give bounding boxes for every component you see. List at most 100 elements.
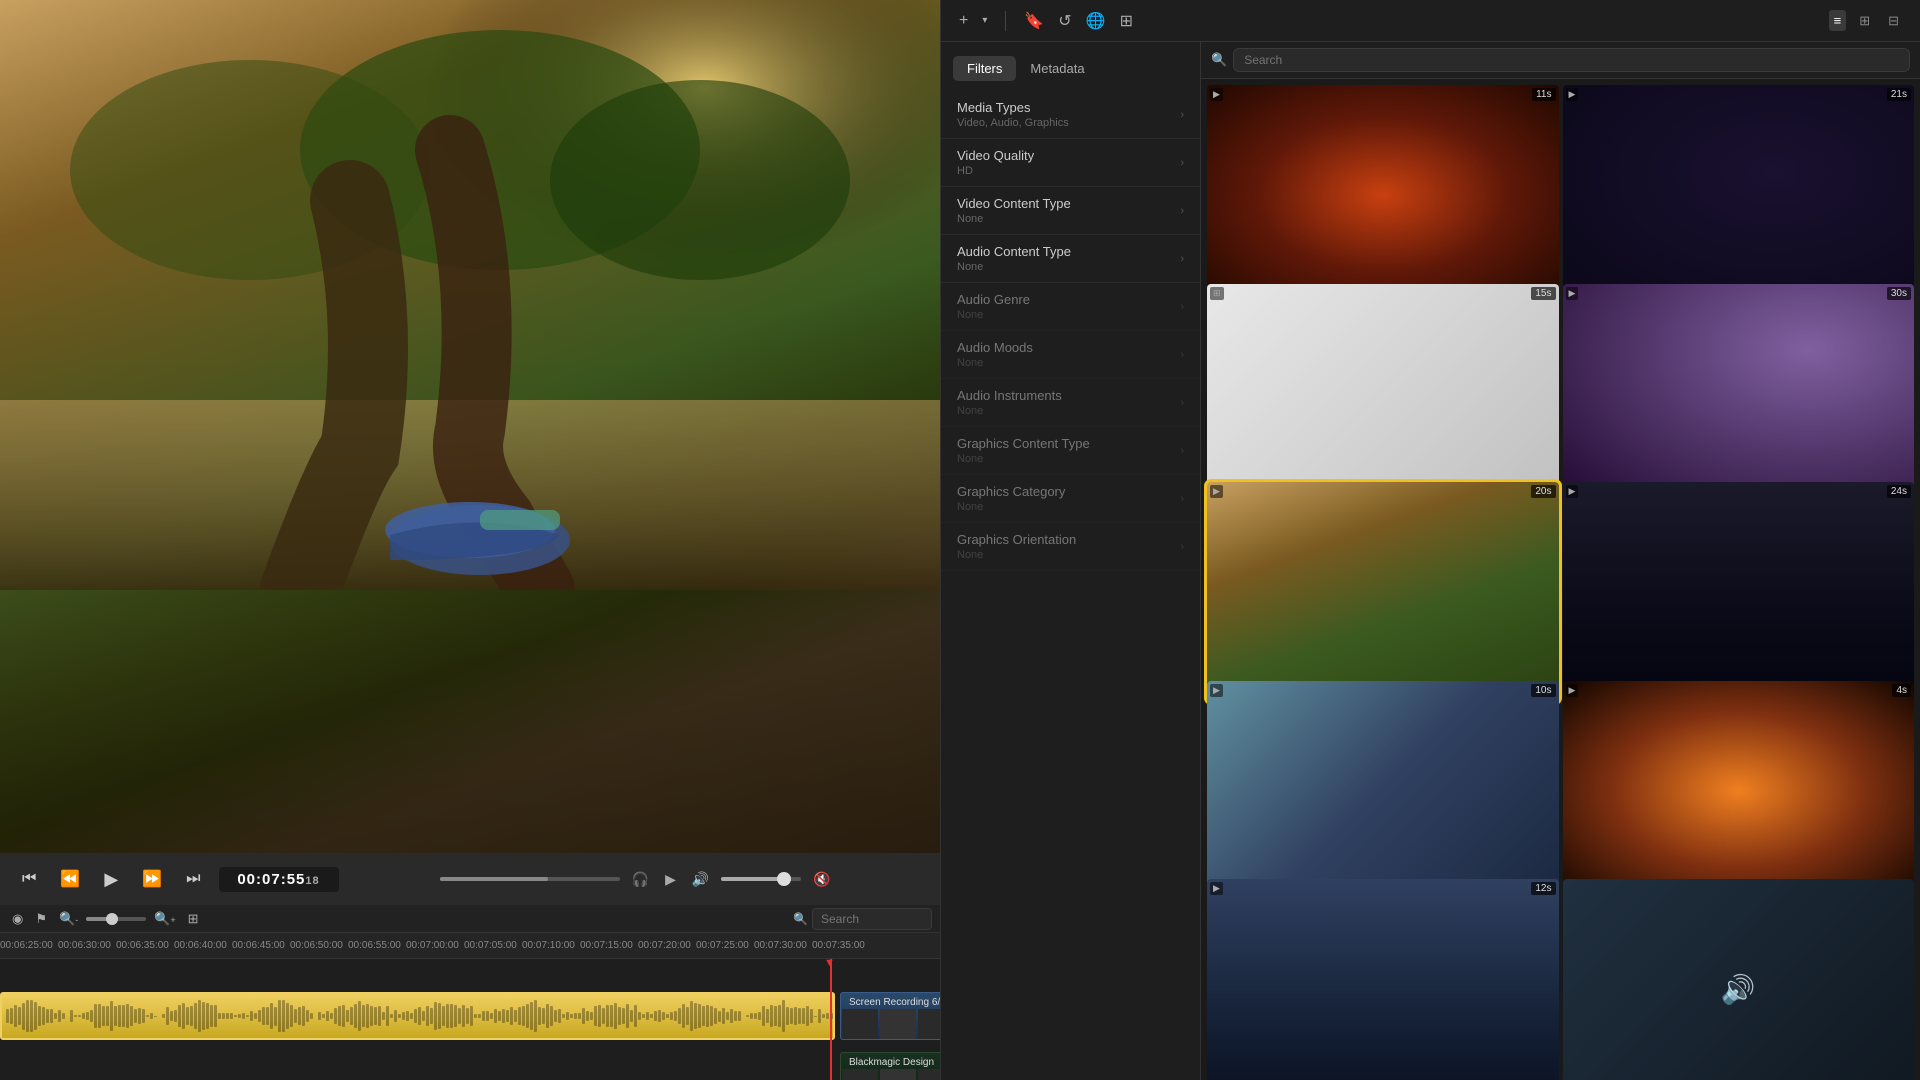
ruler-time-2: 00:06:35:00 [116,940,169,951]
filter-media-types[interactable]: Media Types Video, Audio, Graphics › [941,91,1200,139]
filter-video-quality-content: Video Quality HD [957,148,1034,177]
search-icon: 🔍 [793,912,808,926]
filter-audio-content-type[interactable]: Audio Content Type None › [941,235,1200,283]
zoom-in-button[interactable]: 🔍+ [150,909,179,929]
filter-audio-moods-label: Audio Moods [957,340,1033,355]
chevron-right-icon: › [1180,397,1184,409]
chevron-right-icon: › [1180,157,1184,169]
mute-button[interactable]: 🔇 [809,869,834,890]
video-type-icon: ▶ [1566,88,1579,101]
media-item-slow-motion[interactable]: ▶ 21s Slow Motion Fallin... [1563,85,1915,305]
filter-video-quality[interactable]: Video Quality HD › [941,139,1200,187]
duration-badge: 10s [1531,684,1555,697]
time-value: 00:07:55 [237,871,305,888]
media-item-looping-embers[interactable]: ▶ 11s Looping Embers 1... [1207,85,1559,305]
filter-audio-genre[interactable]: Audio Genre None › [941,283,1200,331]
filter-audio-moods-value: None [957,357,1033,369]
volume-track[interactable] [721,877,801,881]
video-type-icon: ▶ [1566,684,1579,697]
timeline-marker-button[interactable]: ◉ [8,909,27,929]
next-frame-button[interactable]: ⏩ [136,865,168,893]
timeline-flag-button[interactable]: ⚑ [31,909,51,929]
media-item-city[interactable]: ▶ 12s City skyline... [1207,879,1559,1080]
filter-audio-genre-content: Audio Genre None [957,292,1030,321]
bookmark-icon-btn[interactable]: 🔖 [1022,9,1046,33]
blackmagic-clip[interactable]: Blackmagic Design [840,1052,940,1080]
add-button[interactable]: + [957,10,970,32]
volume-icon[interactable]: 🔊 [688,869,713,890]
screen-rec-label: Screen Recording 6/9/21 [843,995,940,1010]
zoom-fit-button[interactable]: ⊞ [184,909,203,929]
view-detail-btn[interactable]: ⊟ [1883,10,1904,32]
filter-graphics-category-label: Graphics Category [957,484,1065,499]
headphones-button[interactable]: 🎧 [628,869,653,890]
screen-recording-clip[interactable]: Screen Recording 6/9/21 [840,992,940,1040]
view-list-btn[interactable]: ≡ [1829,10,1847,31]
progress-track[interactable] [440,877,620,881]
grid-icon-btn[interactable]: ⊞ [1118,9,1135,33]
video-type-icon: ▶ [1210,882,1223,895]
frame [880,1069,916,1080]
metadata-tab[interactable]: Metadata [1016,56,1098,81]
duration-badge: 4s [1892,684,1911,697]
chevron-right-icon: › [1180,445,1184,457]
chevron-right-icon: › [1180,493,1184,505]
video-type-icon: ▶ [1566,287,1579,300]
media-item-girl-runs[interactable]: ▶ 20s Girl runs through t... [1207,482,1559,702]
ruler-time-10: 00:07:15:00 [580,940,633,951]
zoom-track[interactable] [86,917,146,921]
filter-audio-genre-value: None [957,309,1030,321]
timeline-ruler: 00:06:25:00 00:06:30:00 00:06:35:00 00:0… [0,933,940,959]
search-input[interactable] [1233,48,1910,72]
media-item-audio[interactable]: 🔊 audio track... [1563,879,1915,1080]
media-item-macro-eyes[interactable]: ▶ 10s macro eyes web s... [1207,681,1559,901]
globe-icon-btn[interactable]: 🌐 [1084,9,1108,33]
timeline-tracks: // Generate waveform bars (function() { … [0,959,940,1080]
filter-graphics-orientation-label: Graphics Orientation [957,532,1076,547]
video-type-icon: ▶ [1210,88,1223,101]
right-panel: + ▾ 🔖 ↺ 🌐 ⊞ ≡ ⊞ ⊟ Filters Metadata [940,0,1920,1080]
filter-graphics-category-value: None [957,501,1065,513]
filter-graphics-orientation[interactable]: Graphics Orientation None › [941,523,1200,571]
add-dropdown-button[interactable]: ▾ [980,13,989,28]
yellow-clip[interactable]: // Generate waveform bars (function() { … [0,992,835,1040]
chevron-right-icon: › [1180,205,1184,217]
filter-graphics-category[interactable]: Graphics Category None › [941,475,1200,523]
video-preview [0,0,940,853]
top-toolbar: + ▾ 🔖 ↺ 🌐 ⊞ ≡ ⊞ ⊟ [941,0,1920,42]
progress-fill [440,877,548,881]
playhead[interactable] [830,959,832,1080]
next-marker-button[interactable]: ▶ [661,869,680,890]
chevron-right-icon: › [1180,301,1184,313]
media-item-fireball[interactable]: ▶ 4s Fireball Transition _ [1563,681,1915,901]
waveform: // Generate waveform bars (function() { … [2,994,833,1038]
ruler-time-3: 00:06:40:00 [174,940,227,951]
media-item-silhouette[interactable]: ▶ 24s Silhouette of sad _ [1563,482,1915,702]
filter-audio-instruments[interactable]: Audio Instruments None › [941,379,1200,427]
fast-forward-button[interactable]: ⏭ [180,866,206,892]
zoom-out-button[interactable]: 🔍- [55,909,82,929]
filter-graphics-content-type[interactable]: Graphics Content Type None › [941,427,1200,475]
duration-badge: 15s [1531,287,1555,300]
view-grid-btn[interactable]: ⊞ [1854,10,1875,32]
filter-video-content-type[interactable]: Video Content Type None › [941,187,1200,235]
chevron-right-icon: › [1180,541,1184,553]
prev-frame-button[interactable]: ⏪ [54,865,86,893]
duration-badge: 30s [1887,287,1911,300]
transport-center: 🎧 ▶ 🔊 🔇 [351,869,925,890]
filter-graphics-category-content: Graphics Category None [957,484,1065,513]
media-item-slow-animated[interactable]: ▶ 30s A slow animated b... [1563,284,1915,504]
rewind-button[interactable]: ⏮ [16,866,42,892]
filter-audio-instruments-value: None [957,405,1062,417]
timeline-area: ◉ ⚑ 🔍- 🔍+ ⊞ 🔍 00:06: [0,905,940,1080]
timeline-search-input[interactable] [812,908,932,930]
time-display: 00:07:5518 [219,867,339,892]
play-button[interactable]: ▶ [98,865,124,894]
graphic-type-icon: ⊞ [1210,287,1224,300]
audio-icon: 🔊 [1721,973,1756,1006]
media-item-online-social[interactable]: ⊞ 15s Online social netw... [1207,284,1559,504]
filters-tab[interactable]: Filters [953,56,1016,81]
refresh-icon-btn[interactable]: ↺ [1056,9,1073,33]
filter-audio-moods[interactable]: Audio Moods None › [941,331,1200,379]
media-grid: ▶ 11s Looping Embers 1... ▶ 21s Slow Mot… [1201,79,1920,1080]
